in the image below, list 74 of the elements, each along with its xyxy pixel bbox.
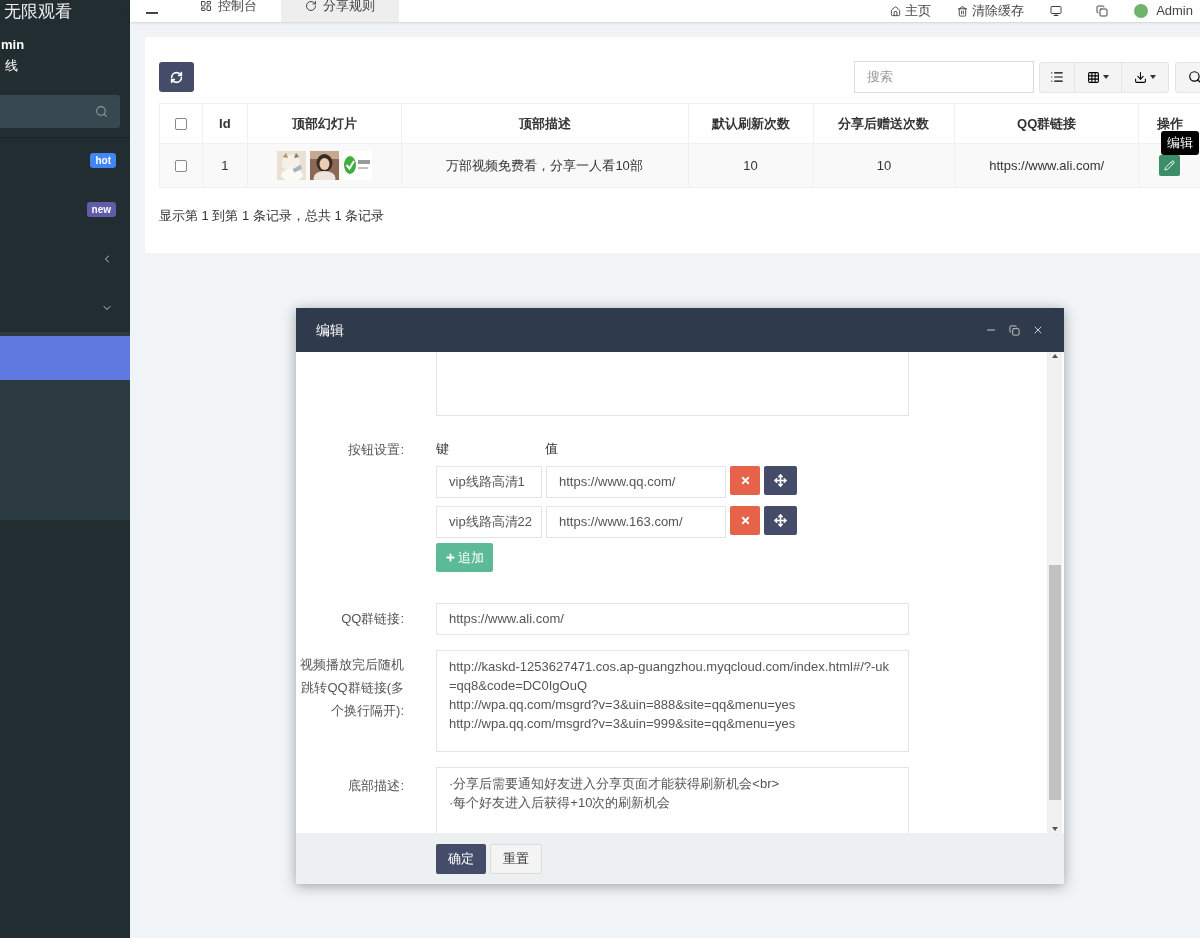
refresh-icon: [305, 0, 317, 12]
user-name[interactable]: Admin: [1156, 1, 1193, 21]
scroll-up-icon: [1051, 354, 1058, 358]
tooltip: 编辑: [1161, 131, 1199, 155]
text-area[interactable]: http://kaskd-1253627471.cos.ap-guangzhou.myqcloud.com/index.html#/?-uk=qq8&code=DC0IgOuQ http://wpa.qq.com/msgrd?v=3&uin=888&site=qq&menu=yes http://wpa.qq.com/msgrd?v=3&uin=999&site=qq&menu=yes: [436, 650, 909, 752]
scrollbar[interactable]: [1047, 352, 1062, 833]
grid-icon: [1087, 70, 1100, 84]
move-icon: [774, 514, 787, 527]
refresh-icon: [170, 70, 183, 84]
field-label: 底部描述:: [348, 778, 404, 793]
column-header: 顶部描述: [401, 103, 689, 144]
column-label: 键: [436, 440, 450, 459]
table-cell: 10: [813, 143, 955, 188]
move-button[interactable]: [764, 506, 797, 535]
dashboard-icon: [200, 0, 212, 12]
tab[interactable]: 控制台: [176, 0, 281, 22]
input-field[interactable]: vip线路高清1: [436, 466, 542, 498]
plus-icon: [445, 552, 456, 563]
fullscreen-icon[interactable]: [1096, 5, 1109, 17]
toggle-view-button[interactable]: [1039, 61, 1075, 93]
column-header: QQ群链接: [954, 103, 1139, 144]
pencil-icon: [1164, 160, 1176, 172]
table-cell: 1: [202, 143, 248, 188]
input-field[interactable]: https://www.163.com/: [546, 506, 726, 538]
pagination-info: 显示第 1 到第 1 条记录，总共 1 条记录: [159, 207, 386, 225]
column-header: Id: [202, 103, 248, 144]
column-header: 分享后赠送次数: [813, 103, 955, 144]
confirm-button[interactable]: 确定: [436, 843, 486, 874]
user-status: 线: [5, 57, 18, 75]
header-link[interactable]: 主页: [890, 1, 932, 21]
dialog-title: 编辑: [316, 320, 345, 340]
menu-badge: hot: [90, 153, 116, 168]
field-label: 视频播放完后随机跳转QQ群链接(多个换行隔开):: [300, 657, 404, 718]
trash-icon: [957, 5, 969, 17]
column-header: 默认刷新次数: [688, 103, 813, 144]
search-icon: [1188, 70, 1200, 84]
monitor-icon[interactable]: [1050, 5, 1063, 17]
caret-icon: [1103, 75, 1109, 79]
home-icon: [890, 5, 902, 17]
table-cell: 万部视频免费看，分享一人看10部: [401, 143, 689, 188]
column-header: 顶部幻灯片: [247, 103, 402, 144]
move-button[interactable]: [764, 466, 797, 495]
close-icon: [739, 515, 751, 526]
header-link[interactable]: 清除缓存: [957, 1, 1025, 21]
refresh-button[interactable]: [159, 62, 194, 92]
move-icon: [774, 474, 787, 487]
site-title: 无限观看: [4, 1, 72, 22]
input-field[interactable]: https://www.qq.com/: [546, 466, 726, 498]
table-cell: 10: [688, 143, 813, 188]
select-all-checkbox[interactable]: [174, 118, 187, 131]
field-label: 按钮设置:: [348, 442, 404, 457]
field-label: QQ群链接:: [341, 611, 404, 627]
menu-item[interactable]: hot: [0, 136, 130, 185]
download-icon: [1134, 70, 1147, 84]
export-button[interactable]: [1122, 61, 1169, 93]
avatar-icon[interactable]: [1134, 4, 1149, 18]
columns-button[interactable]: [1075, 61, 1122, 93]
edit-button[interactable]: [1159, 155, 1181, 177]
close-icon[interactable]: [1032, 324, 1044, 336]
input-field[interactable]: vip线路高清22: [436, 506, 542, 538]
row-checkbox[interactable]: [174, 160, 187, 173]
column-label: 值: [545, 440, 558, 459]
reset-button[interactable]: 重置: [490, 843, 542, 874]
table-cell: https://www.ali.com/: [954, 143, 1139, 188]
maximize-icon[interactable]: [1009, 324, 1020, 336]
list-icon: [1050, 70, 1064, 84]
search-icon: [95, 105, 108, 118]
close-icon: [739, 475, 751, 486]
menu-item[interactable]: new: [0, 185, 130, 234]
caret-icon: [1150, 75, 1156, 79]
menu-badge: new: [86, 202, 116, 217]
text-area[interactable]: ·分享后需要通知好友进入分享页面才能获得刷新机会<br> ·每个好友进入后获得+10次的刷新机会: [436, 767, 909, 833]
user-name: min: [1, 36, 25, 54]
input-field[interactable]: https://www.ali.com/: [436, 603, 909, 635]
